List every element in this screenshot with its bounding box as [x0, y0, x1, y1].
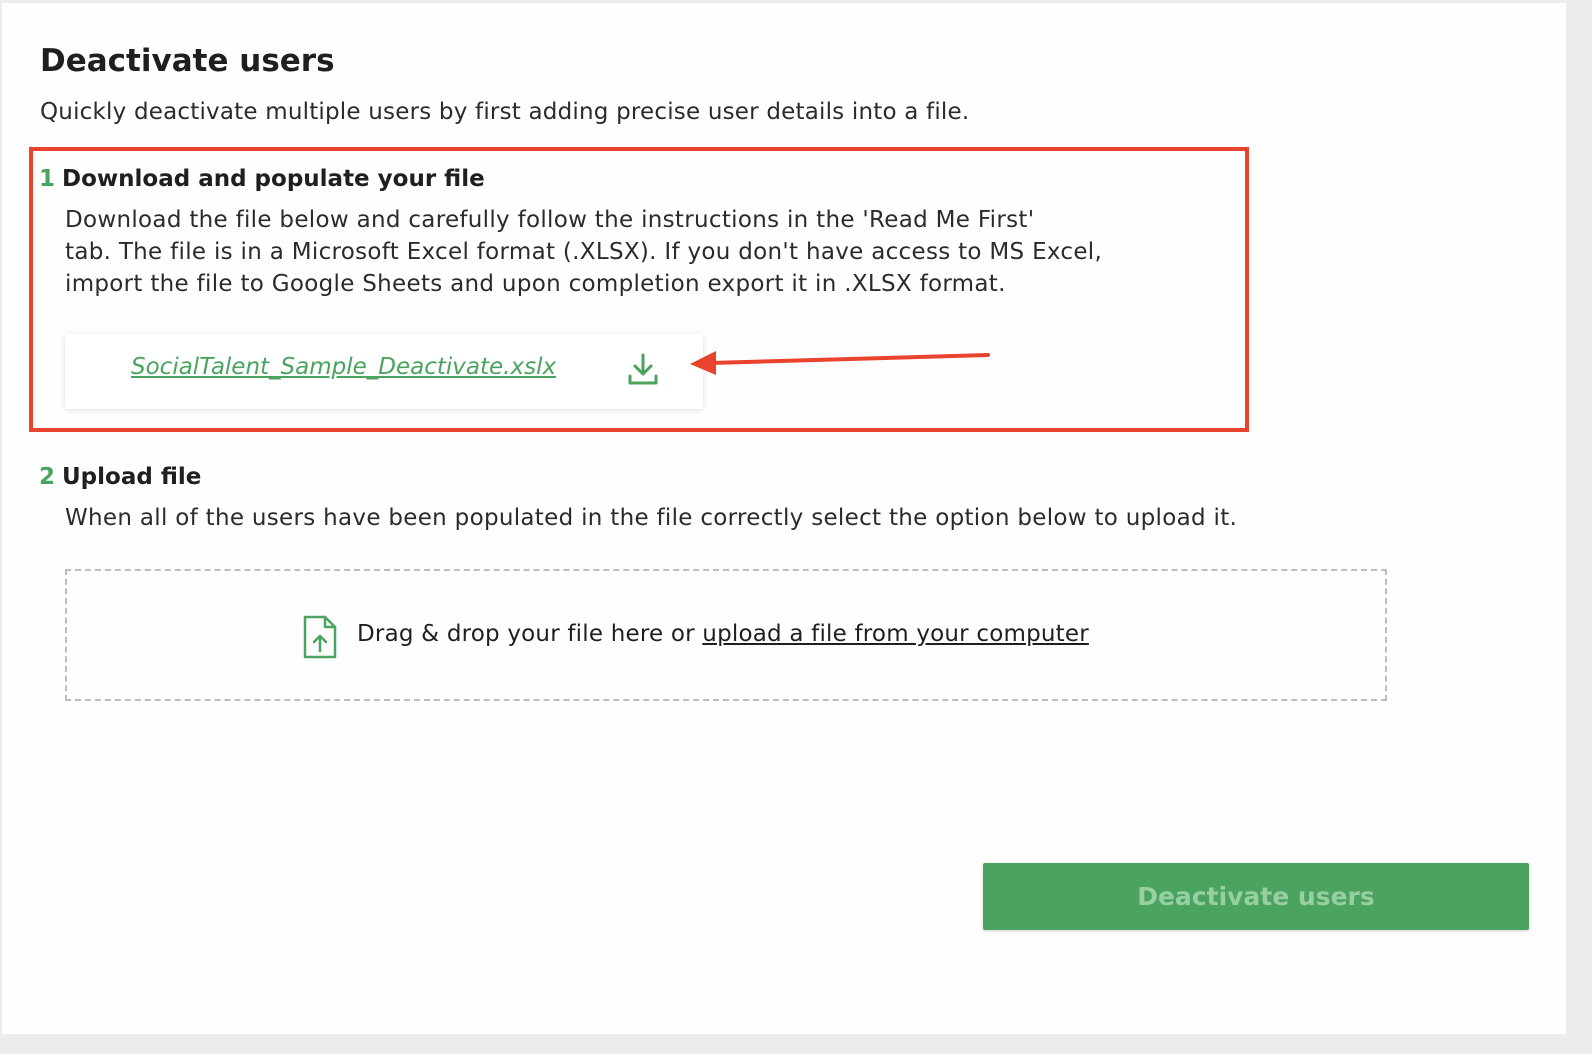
- dropzone-text: Drag & drop your file here or upload a f…: [357, 621, 1089, 647]
- deactivate-users-button[interactable]: Deactivate users: [983, 863, 1529, 930]
- step-2-instructions-line: When all of the users have been populate…: [65, 505, 1238, 531]
- download-file-link[interactable]: SocialTalent_Sample_Deactivate.xslx: [131, 354, 556, 380]
- step-2-instructions: When all of the users have been populate…: [65, 502, 1237, 534]
- upload-file-link[interactable]: upload a file from your computer: [702, 621, 1089, 647]
- download-file-card: SocialTalent_Sample_Deactivate.xslx: [65, 334, 703, 409]
- dropzone-prompt: Drag & drop your file here or: [357, 621, 703, 647]
- step-1-number: 1: [39, 166, 56, 192]
- deactivate-users-panel: Deactivate users Quickly deactivate mult…: [2, 3, 1566, 1034]
- annotation-arrow: [690, 351, 990, 375]
- step-1-instructions: Download the file below and carefully fo…: [65, 204, 1102, 300]
- step-2-heading: Upload file: [62, 464, 202, 490]
- step-1-instructions-line: import the file to Google Sheets and upo…: [65, 271, 1006, 297]
- page-title: Deactivate users: [40, 43, 335, 79]
- step-2-number: 2: [39, 464, 56, 490]
- file-dropzone[interactable]: Drag & drop your file here or upload a f…: [65, 569, 1387, 701]
- step-1-instructions-line: tab. The file is in a Microsoft Excel fo…: [65, 239, 1103, 265]
- step-1-heading: Download and populate your file: [62, 166, 485, 192]
- page-subtitle: Quickly deactivate multiple users by fir…: [40, 99, 970, 125]
- file-upload-icon: [303, 615, 337, 659]
- download-icon[interactable]: [627, 352, 659, 386]
- step-1-instructions-line: Download the file below and carefully fo…: [65, 207, 1035, 233]
